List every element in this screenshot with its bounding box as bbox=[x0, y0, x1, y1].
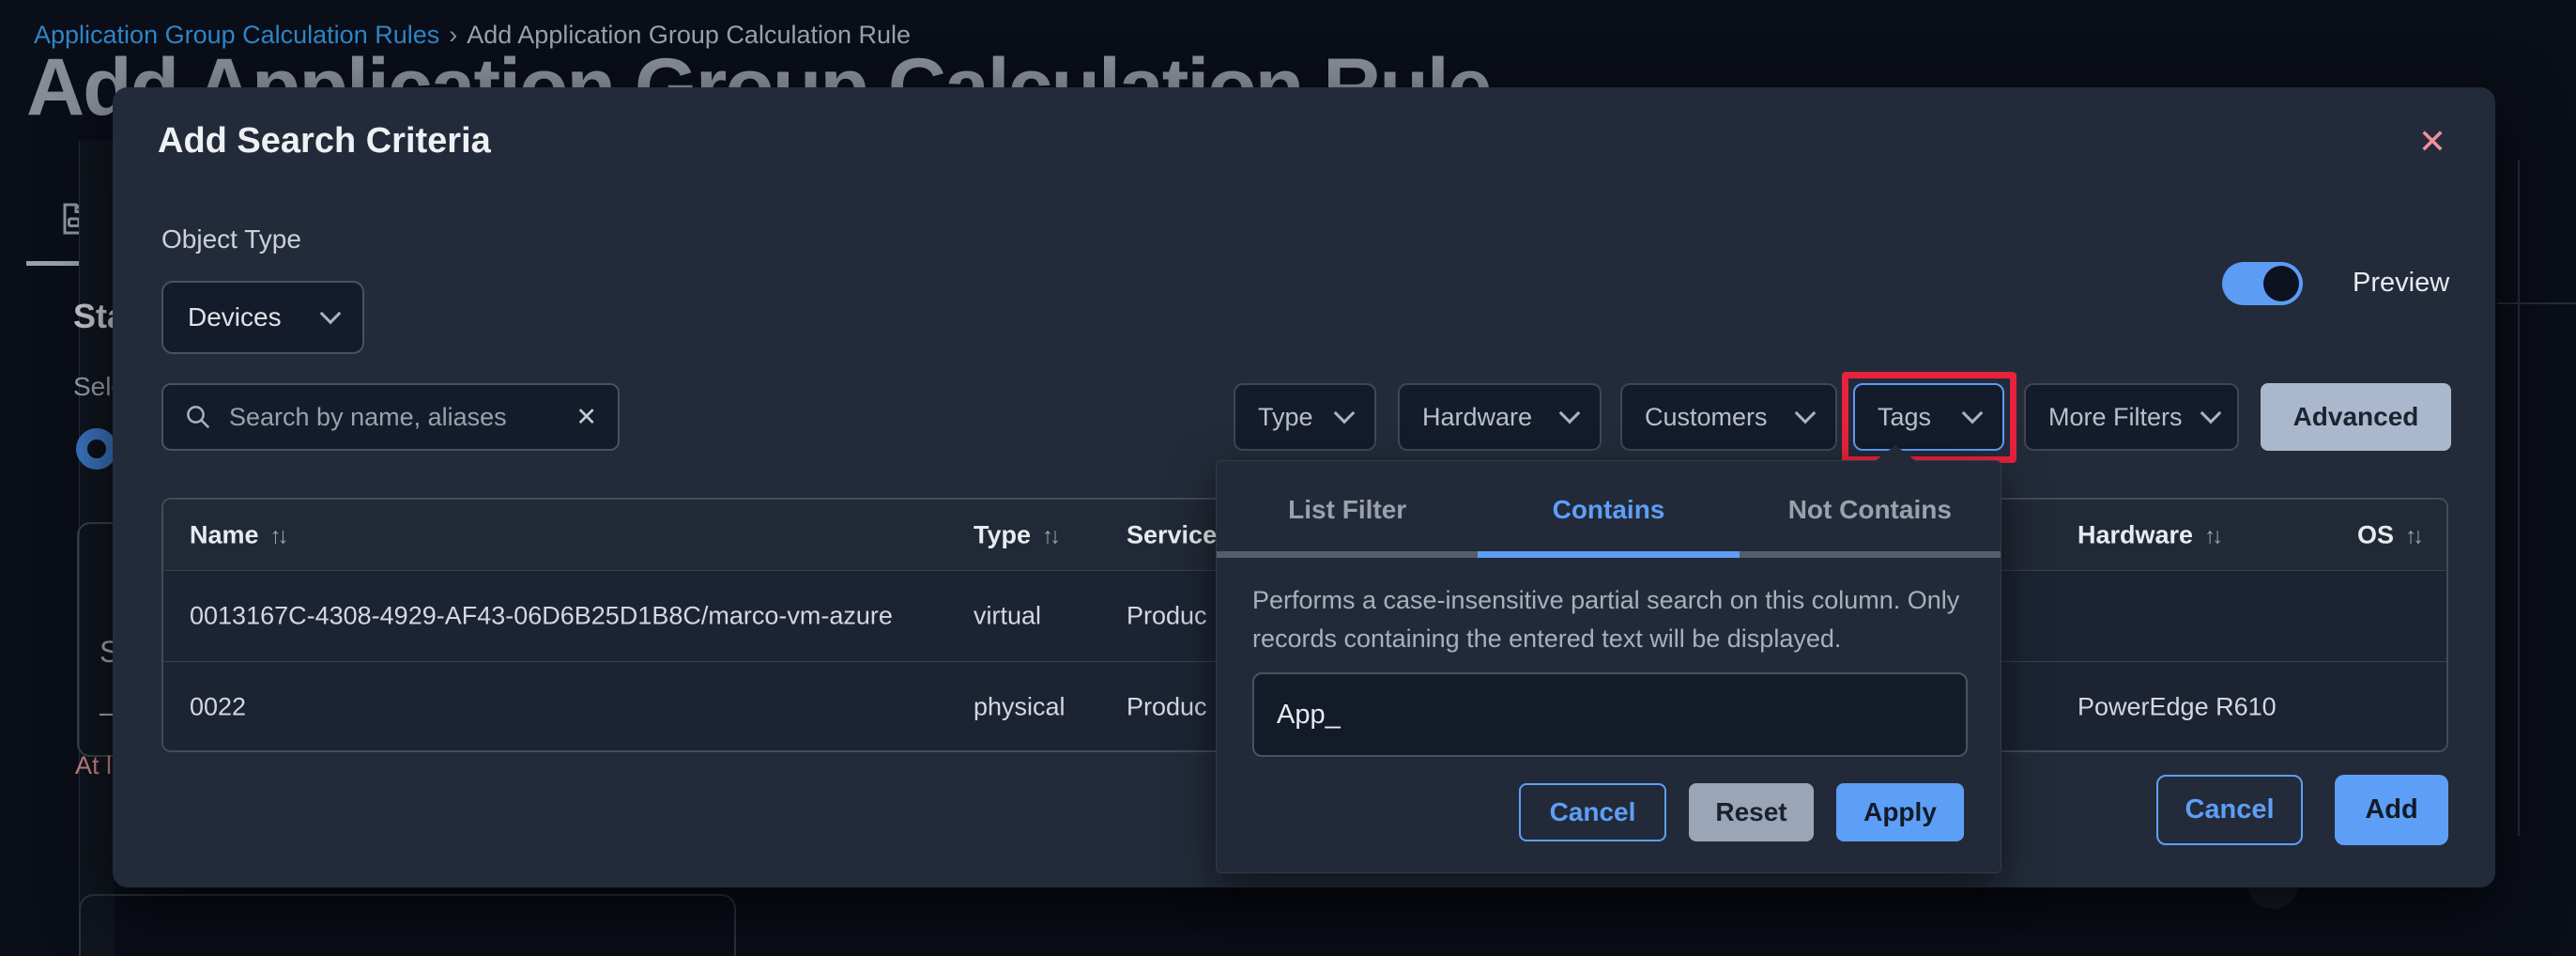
column-header-os[interactable]: OS ↑↓ bbox=[2357, 520, 2420, 549]
filter-dropdown-hardware[interactable]: Hardware bbox=[1398, 383, 1602, 451]
preview-label: Preview bbox=[2353, 268, 2449, 299]
column-label: Service bbox=[1127, 520, 1217, 548]
modal-cancel-button[interactable]: Cancel bbox=[2156, 775, 2303, 845]
popover-description: Performs a case-insensitive partial sear… bbox=[1252, 581, 1985, 657]
popover-buttons: Cancel Reset Apply bbox=[1519, 783, 1964, 841]
cell-name: 0022 bbox=[190, 693, 246, 722]
cell-name: 0013167C-4308-4929-AF43-06D6B25D1B8C/mar… bbox=[190, 602, 893, 631]
sort-icon: ↑↓ bbox=[2204, 523, 2219, 548]
popover-caret bbox=[1874, 445, 1917, 462]
filter-dropdown-customers[interactable]: Customers bbox=[1620, 383, 1837, 451]
popover-cancel-button[interactable]: Cancel bbox=[1519, 783, 1666, 841]
filter-dropdown-type[interactable]: Type bbox=[1234, 383, 1376, 451]
advanced-button[interactable]: Advanced bbox=[2261, 383, 2451, 451]
popover-reset-button[interactable]: Reset bbox=[1689, 783, 1814, 841]
description-line: records containing the entered text will… bbox=[1252, 620, 1985, 658]
filter-label: More Filters bbox=[2048, 403, 2183, 432]
column-header-service[interactable]: Service↑↓ bbox=[1127, 520, 1222, 549]
popover-tabs: List Filter Contains Not Contains bbox=[1217, 461, 2001, 558]
cell-service: Produc bbox=[1127, 693, 1222, 722]
search-icon bbox=[184, 403, 212, 431]
screen: Application Group Calculation Rules›Add … bbox=[0, 0, 2576, 956]
contains-filter-input[interactable] bbox=[1252, 672, 1968, 757]
popover-apply-button[interactable]: Apply bbox=[1836, 783, 1964, 841]
cell-type: virtual bbox=[974, 602, 1041, 631]
tags-filter-popover: List Filter Contains Not Contains Perfor… bbox=[1216, 460, 2001, 873]
column-header-name[interactable]: Name ↑↓ bbox=[190, 520, 285, 549]
tab-list-filter[interactable]: List Filter bbox=[1217, 461, 1478, 558]
tab-track bbox=[1217, 551, 2001, 558]
column-label: Type bbox=[974, 520, 1031, 548]
background-bottom-card bbox=[79, 894, 736, 956]
chevron-down-icon bbox=[320, 303, 342, 325]
background-divider-horizontal bbox=[2497, 302, 2576, 304]
sort-icon: ↑↓ bbox=[2405, 523, 2420, 548]
column-header-hardware[interactable]: Hardware ↑↓ bbox=[2078, 520, 2219, 549]
filter-label: Tags bbox=[1878, 403, 1931, 432]
sort-icon: ↑↓ bbox=[270, 523, 285, 548]
tab-not-contains[interactable]: Not Contains bbox=[1740, 461, 2001, 558]
object-type-value: Devices bbox=[188, 302, 282, 332]
filter-label: Customers bbox=[1645, 403, 1768, 432]
object-type-select[interactable]: Devices bbox=[161, 281, 364, 354]
preview-toggle[interactable] bbox=[2222, 262, 2303, 305]
filter-label: Hardware bbox=[1422, 403, 1532, 432]
close-icon[interactable]: ✕ bbox=[2418, 125, 2446, 159]
modal-title: Add Search Criteria bbox=[158, 121, 491, 162]
filter-label: Type bbox=[1258, 403, 1313, 432]
column-label: Name bbox=[190, 520, 259, 548]
object-type-label: Object Type bbox=[161, 224, 301, 254]
tab-contains[interactable]: Contains bbox=[1478, 461, 1739, 558]
cell-service: Produc bbox=[1127, 602, 1222, 631]
column-header-type[interactable]: Type ↑↓ bbox=[974, 520, 1057, 549]
modal-add-button[interactable]: Add bbox=[2335, 775, 2448, 845]
active-tab-underline bbox=[1478, 551, 1739, 558]
chevron-down-icon bbox=[1334, 403, 1356, 424]
chevron-down-icon bbox=[1795, 403, 1817, 424]
search-box: ✕ bbox=[161, 383, 620, 451]
chevron-down-icon bbox=[2200, 403, 2221, 424]
radio-button-selected[interactable] bbox=[76, 428, 117, 470]
cell-hardware: PowerEdge R610 bbox=[2078, 693, 2277, 722]
toggle-knob bbox=[2263, 266, 2299, 301]
chevron-down-icon bbox=[1962, 403, 1984, 424]
background-divider-vertical bbox=[2518, 160, 2520, 836]
chevron-down-icon bbox=[1559, 403, 1581, 424]
clear-search-icon[interactable]: ✕ bbox=[575, 403, 597, 432]
description-line: Performs a case-insensitive partial sear… bbox=[1252, 581, 1985, 620]
column-label: OS bbox=[2357, 520, 2394, 548]
add-search-criteria-modal: Add Search Criteria ✕ Object Type Device… bbox=[113, 87, 2495, 887]
search-input[interactable] bbox=[229, 403, 559, 432]
column-label: Hardware bbox=[2078, 520, 2193, 548]
filter-dropdown-tags[interactable]: Tags bbox=[1853, 383, 2004, 451]
filter-dropdown-more-filters[interactable]: More Filters bbox=[2024, 383, 2239, 451]
cell-type: physical bbox=[974, 693, 1066, 722]
sort-icon: ↑↓ bbox=[1042, 523, 1057, 548]
